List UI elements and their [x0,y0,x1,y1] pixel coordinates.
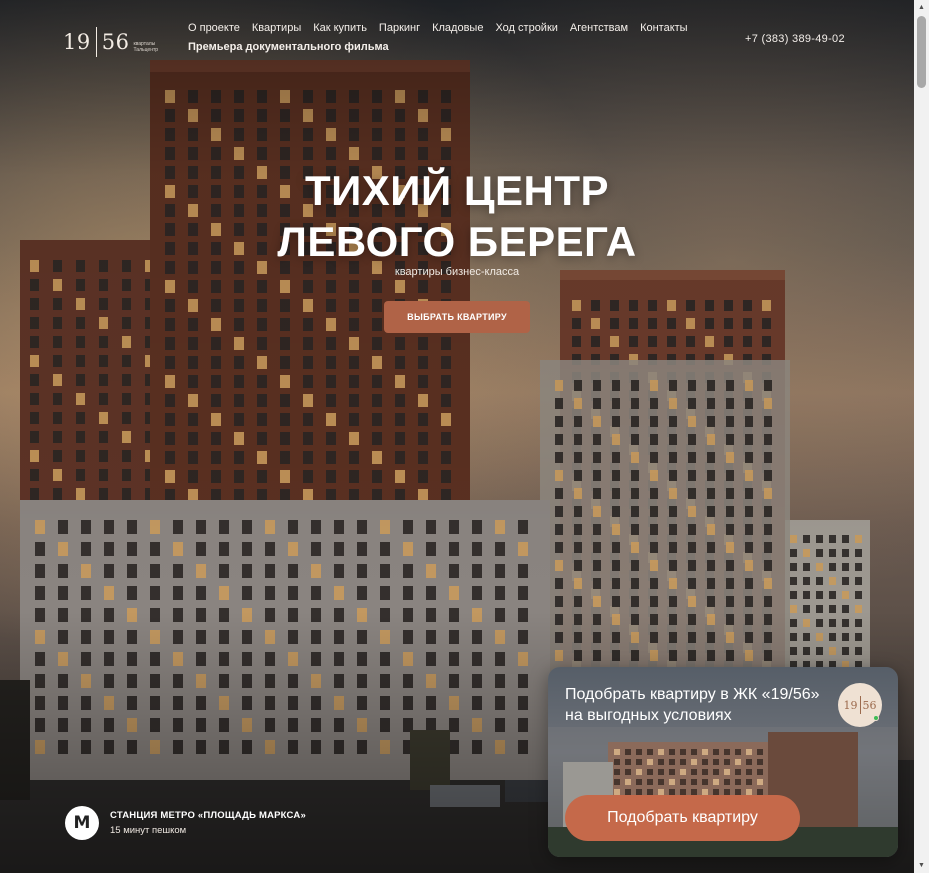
promo-window [614,769,620,775]
promo-window [614,749,620,755]
site-logo[interactable]: 19 56 кварталы Тальцентр [63,24,161,60]
promo-window [724,769,730,775]
scroll-up-arrow-icon[interactable]: ▲ [914,0,929,15]
promo-window [636,769,642,775]
promo-window [735,759,741,765]
promo-window [702,769,708,775]
promo-window [636,779,642,785]
nav-item-about[interactable]: О проекте [188,22,240,35]
hero-title-line-1: ТИХИЙ ЦЕНТР [304,167,610,214]
promo-window [757,779,763,785]
promo-window [702,779,708,785]
promo-window [757,769,763,775]
promo-window [680,749,686,755]
promo-window [735,769,741,775]
promo-window [647,759,653,765]
promo-window [746,769,752,775]
metro-walk-time: 15 минут пешком [110,825,187,836]
metro-station-name: СТАНЦИЯ МЕТРО «ПЛОЩАДЬ МАРКСА» [110,810,306,821]
promo-window [702,759,708,765]
promo-window [702,749,708,755]
promo-window [647,769,653,775]
promo-window [680,769,686,775]
promo-window [625,749,631,755]
choose-apartment-button[interactable]: ВЫБРАТЬ КВАРТИРУ [384,301,530,333]
promo-window [735,749,741,755]
promo-window [669,749,675,755]
promo-window [713,779,719,785]
promo-window [669,759,675,765]
badge-number-right: 56 [862,698,877,712]
promo-window [691,769,697,775]
nav-item-apartments[interactable]: Квартиры [252,22,301,35]
scroll-down-arrow-icon[interactable]: ▼ [914,858,929,873]
nav-item-agencies[interactable]: Агентствам [570,22,628,35]
logo-number-right: 56 [101,30,130,54]
promo-window [713,769,719,775]
logo-number-left: 19 [63,30,91,54]
promo-window [658,759,664,765]
hero-title-line-2: ЛЕВОГО БЕРЕГА [277,218,637,265]
promo-window [724,759,730,765]
metro-info: М СТАНЦИЯ МЕТРО «ПЛОЩАДЬ МАРКСА» 15 мину… [65,806,306,840]
promo-window [614,779,620,785]
promo-window [625,759,631,765]
promo-window [669,769,675,775]
hero-title: ТИХИЙ ЦЕНТР ЛЕВОГО БЕРЕГА [0,165,914,267]
promo-window [614,759,620,765]
logo-divider [95,27,97,57]
badge-divider [859,696,861,714]
nav-item-construction[interactable]: Ход стройки [495,22,557,35]
promo-window [680,759,686,765]
promo-window [647,749,653,755]
promo-window [757,749,763,755]
promo-window [669,779,675,785]
badge-number-left: 19 [843,698,858,712]
promo-window [691,759,697,765]
promo-window [658,749,664,755]
promo-window [735,779,741,785]
promo-window [658,769,664,775]
promo-window [658,779,664,785]
promo-window [713,749,719,755]
scrollbar-thumb[interactable] [917,16,926,88]
metro-icon: М [65,806,99,840]
metro-text: СТАНЦИЯ МЕТРО «ПЛОЩАДЬ МАРКСА» 15 минут … [110,810,306,836]
promo-window [724,749,730,755]
promo-title: Подобрать квартиру в ЖК «19/56» на выгод… [565,686,820,724]
promo-card: Подобрать квартиру в ЖК «19/56» на выгод… [548,667,898,857]
promo-window [746,759,752,765]
phone-link[interactable]: +7 (383) 389-49-02 [745,33,845,45]
promo-window [647,779,653,785]
nav-item-storage[interactable]: Кладовые [432,22,483,35]
promo-window [625,769,631,775]
promo-window [691,779,697,785]
promo-window [713,759,719,765]
online-status-dot [873,715,879,721]
hero-subtitle: квартиры бизнес-класса [394,266,520,278]
page-scrollbar[interactable]: ▲ ▼ [914,0,929,873]
promo-window [724,779,730,785]
nav-item-parking[interactable]: Паркинг [379,22,420,35]
promo-window [636,759,642,765]
nav-item-contacts[interactable]: Контакты [640,22,688,35]
promo-window [746,749,752,755]
pick-apartment-button[interactable]: Подобрать квартиру [565,795,800,841]
promo-window [625,779,631,785]
promo-window [691,749,697,755]
logo-subtitle: кварталы Тальцентр [133,41,159,53]
promo-window [746,779,752,785]
main-nav: О проекте Квартиры Как купить Паркинг Кл… [188,22,718,54]
nav-item-film-premiere[interactable]: Премьера документального фильма [188,41,718,54]
promo-window [636,749,642,755]
nav-item-how-to-buy[interactable]: Как купить [313,22,367,35]
promo-window [757,759,763,765]
promo-window [680,779,686,785]
consultant-avatar[interactable]: 19 56 [838,683,882,727]
